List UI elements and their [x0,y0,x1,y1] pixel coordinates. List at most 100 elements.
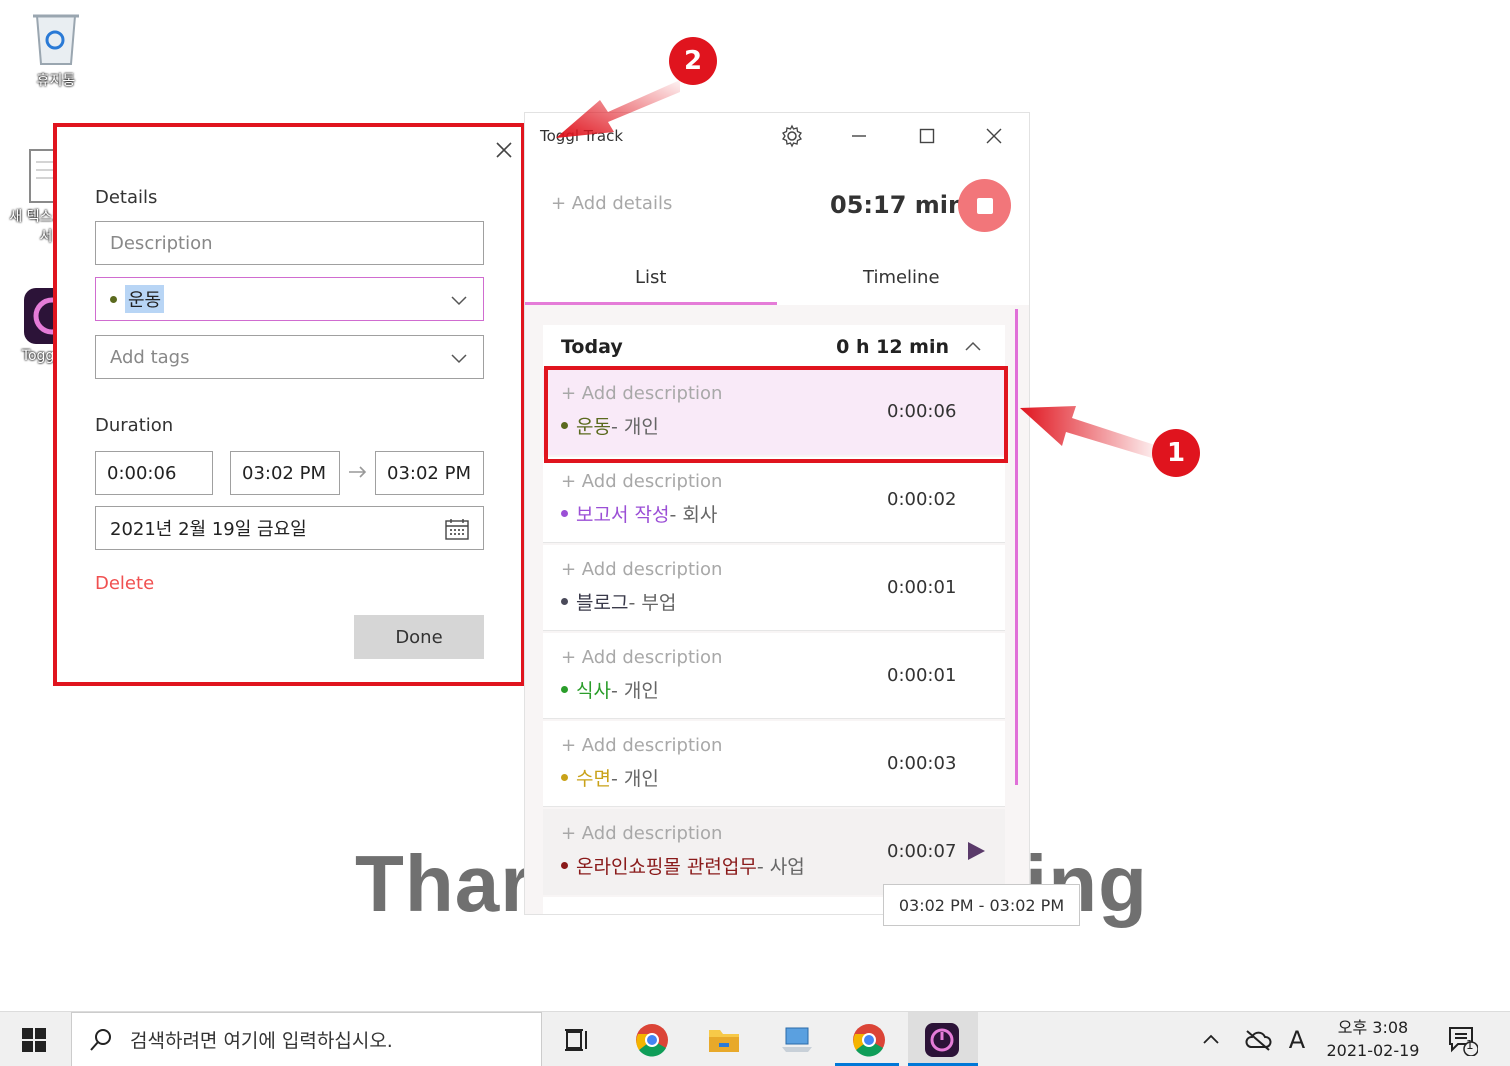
action-center-button[interactable]: 1 [1444,1022,1480,1058]
tab-list[interactable]: List [635,267,666,288]
entry-client: - 회사 [669,504,718,526]
time-entry-row[interactable]: + Add description 수면 - 개인 0:00:03 [543,721,1005,807]
add-details-link[interactable]: + Add details [551,193,672,214]
maximize-button[interactable] [914,123,940,149]
entry-description[interactable]: + Add description [561,735,722,756]
duration-value: 0:00:06 [107,462,177,484]
search-icon [90,1028,111,1051]
folder-icon [709,1030,739,1052]
computer-icon [782,1027,812,1052]
taskbar-search-box[interactable]: 검색하려면 여기에 입력하십시오. [71,1012,542,1066]
time-entry-row[interactable]: + Add description 보고서 작성 - 회사 0:00:02 [543,457,1005,543]
start-time-input[interactable]: 03:02 PM [230,451,340,495]
desktop-icon-toggl[interactable]: Toggl [0,286,56,378]
row-divider [543,542,1005,543]
done-button[interactable]: Done [354,615,484,659]
taskbar-file-explorer[interactable] [706,1022,742,1058]
close-icon [986,128,1002,144]
entry-duration: 0:00:03 [887,753,957,774]
text-document-icon [29,149,56,203]
settings-button[interactable] [779,123,805,149]
details-dialog: Details Description 운동 Add tags Duration… [53,123,525,686]
entry-description[interactable]: + Add description [561,647,722,668]
show-hidden-icons-button[interactable] [1193,1022,1229,1058]
window-close-button[interactable] [981,123,1007,149]
arrow-right-icon [349,466,367,478]
task-view-button[interactable] [560,1022,596,1058]
entry-description[interactable]: + Add description [561,471,722,492]
entry-project: 온라인쇼핑몰 관련업무 - 사업 [561,852,851,879]
play-icon[interactable] [965,840,987,862]
time-entry-row[interactable]: + Add description 식사 - 개인 0:00:01 [543,633,1005,719]
ime-indicator[interactable]: A [1279,1022,1315,1058]
entry-client: - 개인 [610,768,659,790]
chevron-down-icon [451,296,467,306]
time-range-tooltip: 03:02 PM - 03:02 PM [883,884,1080,926]
recycle-bin-icon [33,14,79,65]
entry-duration: 0:00:07 [887,841,957,862]
date-value: 2021년 2월 19일 금요일 [110,519,307,540]
project-name: 운동 [125,285,165,313]
end-time-input[interactable]: 03:02 PM [375,451,484,495]
project-dropdown[interactable]: 운동 [95,277,484,321]
date-picker[interactable]: 2021년 2월 19일 금요일 [95,506,484,550]
duration-section-label: Duration [95,415,174,436]
row-divider [543,630,1005,631]
end-time-value: 03:02 PM [387,462,471,484]
delete-link[interactable]: Delete [95,573,154,594]
taskbar-chrome-2[interactable] [851,1022,887,1058]
project-color-dot [110,295,117,303]
toggl-shortcut-icon [24,288,56,344]
cloud-offline-icon [1245,1030,1272,1051]
annotation-arrow-2 [556,80,680,138]
day-label: Today [561,336,623,358]
description-input[interactable]: Description [95,221,484,265]
stop-timer-button[interactable] [958,179,1011,232]
taskbar-clock[interactable]: 오후 3:08 2021-02-19 [1318,1016,1428,1062]
highlight-box-entry [544,366,1008,463]
duration-input[interactable]: 0:00:06 [95,451,213,495]
toggl-icon [925,1023,959,1057]
project-color-dot [561,510,568,517]
start-time-value: 03:02 PM [242,462,326,484]
notification-count: 1 [1466,1038,1474,1052]
windows-logo-icon [22,1028,46,1052]
entry-project: 블로그 - 부업 [561,588,676,615]
time-entry-row[interactable]: + Add description 온라인쇼핑몰 관련업무 - 사업 0:00:… [543,809,1005,895]
entry-description[interactable]: + Add description [561,559,722,580]
chevron-up-icon [1203,1034,1219,1044]
entry-description[interactable]: + Add description [561,823,722,844]
annotation-badge-2: 2 [669,37,717,85]
taskbar-this-pc[interactable] [779,1022,815,1058]
entry-duration: 0:00:02 [887,489,957,510]
stop-icon [976,197,993,214]
row-divider [543,718,1005,719]
entry-project-name: 수면 [576,768,611,790]
description-placeholder: Description [110,232,213,254]
task-view-icon [565,1029,587,1051]
taskbar-chrome[interactable] [634,1022,670,1058]
tags-dropdown[interactable]: Add tags [95,335,484,379]
project-color-dot [561,598,568,605]
row-divider [543,806,1005,807]
chevron-up-icon[interactable] [963,337,983,357]
entry-project-name: 블로그 [576,592,629,614]
calendar-icon[interactable] [445,518,469,540]
close-icon[interactable] [493,139,515,161]
entry-client: - 부업 [628,592,677,614]
minimize-button[interactable] [846,123,872,149]
taskbar: 검색하려면 여기에 입력하십시오. A 오후 3:08 2021-02-19 1 [0,1011,1510,1066]
day-group-header[interactable]: Today 0 h 12 min [543,325,1005,369]
tab-timeline[interactable]: Timeline [863,267,940,288]
desktop-icon-label: 휴지통 [36,73,76,89]
start-button[interactable] [16,1022,52,1058]
time-entry-row[interactable]: + Add description 블로그 - 부업 0:00:01 [543,545,1005,631]
toggl-track-window: Toggl Track + Add details 05:17 min List… [524,112,1030,915]
scrollbar[interactable] [1015,309,1018,785]
taskbar-toggl[interactable] [924,1022,960,1058]
entry-client: - 개인 [610,680,659,702]
desktop-icon-text-document[interactable]: 새 텍스트 문서 [0,148,56,258]
desktop-icon-recycle-bin[interactable]: 휴지통 [20,10,92,90]
entry-duration: 0:00:01 [887,577,957,598]
network-status-button[interactable] [1240,1022,1276,1058]
